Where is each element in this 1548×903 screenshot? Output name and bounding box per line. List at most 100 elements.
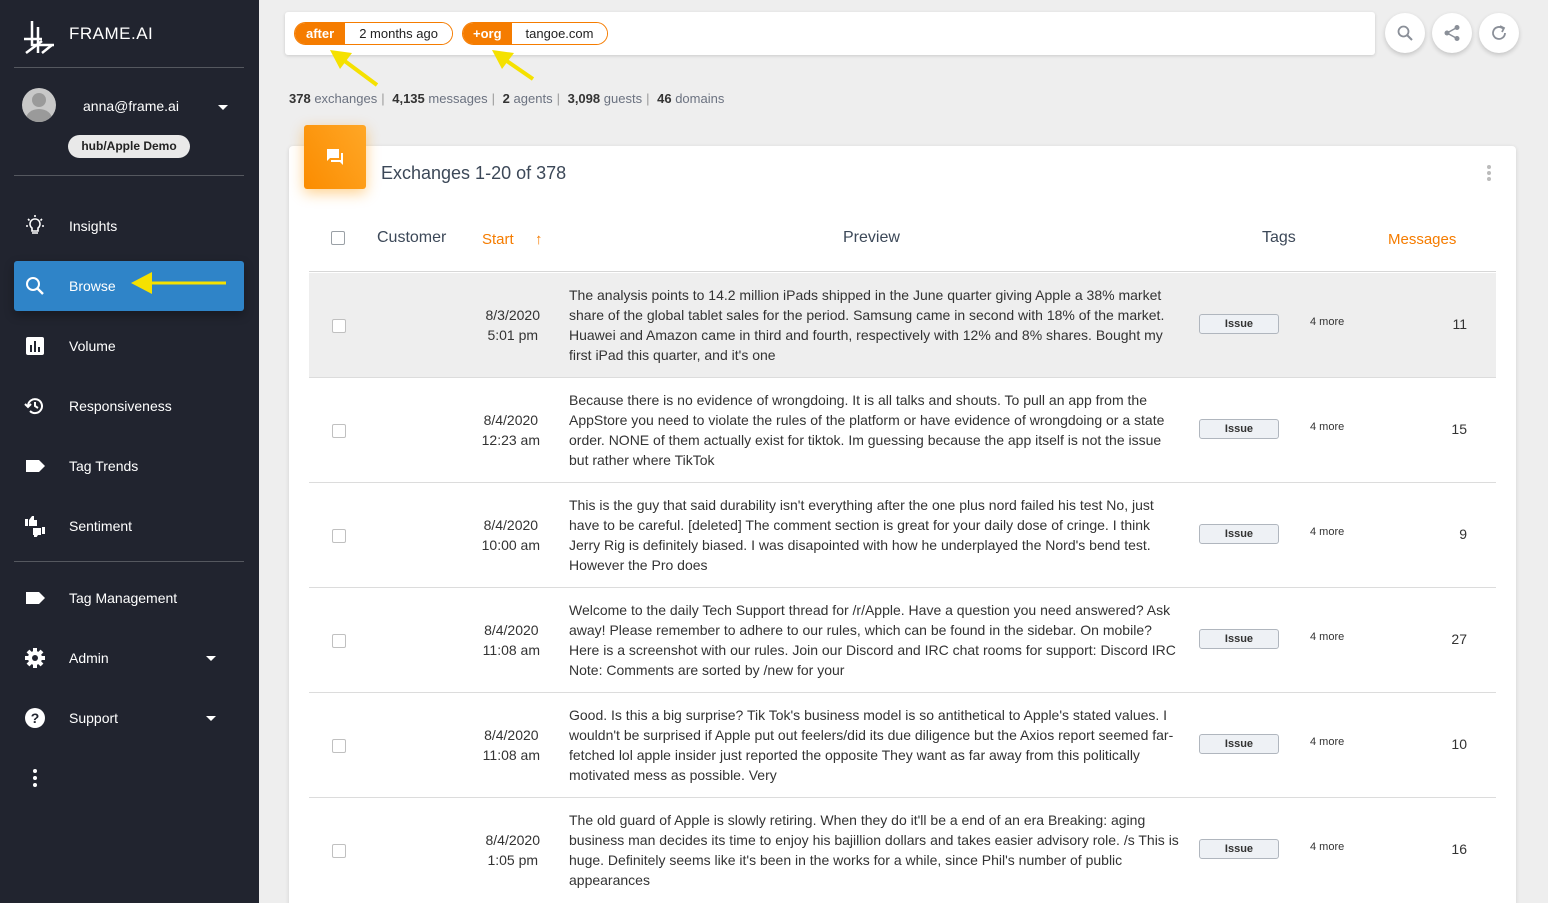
nav-label: Insights	[69, 218, 118, 234]
filter-chip-org[interactable]: +org tangoe.com	[462, 22, 609, 45]
tag-chip[interactable]: Issue	[1199, 629, 1279, 649]
stat-label: domains	[675, 91, 725, 106]
brand[interactable]: FRAME.AI	[22, 18, 153, 58]
stat-exchanges-count: 378	[289, 91, 311, 106]
chat-icon	[327, 149, 343, 165]
tag-chip[interactable]: Issue	[1199, 419, 1279, 439]
row-checkbox[interactable]	[332, 319, 346, 333]
row-preview: Because there is no evidence of wrongdoi…	[569, 392, 1165, 468]
summary-stats: 378 exchanges | 4,135 messages | 2 agents |…	[289, 91, 725, 106]
tag-chip[interactable]: Issue	[1199, 314, 1279, 334]
more-tags-link[interactable]: 4 more	[1310, 316, 1344, 328]
nav-label: Admin	[69, 650, 109, 666]
row-checkbox[interactable]	[332, 529, 346, 543]
sort-ascending-icon[interactable]: ↑	[535, 231, 543, 248]
select-all-checkbox[interactable]	[331, 231, 345, 245]
table-row[interactable]: 8/4/2020 12:23 am Because there is no evi…	[309, 378, 1496, 483]
lightbulb-icon	[26, 215, 44, 234]
nav-item-tag-management[interactable]: Tag Management	[14, 573, 244, 623]
label-icon	[26, 460, 45, 472]
table-row[interactable]: 8/4/2020 11:08 am Welcome to the daily Te…	[309, 588, 1496, 693]
divider	[14, 67, 244, 68]
tag-chip[interactable]: Issue	[1199, 734, 1279, 754]
hub-badge[interactable]: hub/Apple Demo	[68, 135, 190, 158]
row-preview: The analysis points to 14.2 million iPad…	[569, 287, 1165, 363]
filter-chip-after[interactable]: after 2 months ago	[294, 22, 453, 45]
stat-domains-count: 46	[657, 91, 672, 106]
more-tags-link[interactable]: 4 more	[1310, 526, 1344, 538]
search-button[interactable]	[1385, 13, 1425, 53]
bar-chart-icon	[26, 337, 44, 355]
tag-chip[interactable]: Issue	[1199, 524, 1279, 544]
row-checkbox[interactable]	[332, 739, 346, 753]
table-row[interactable]: 8/4/2020 11:08 am Good. Is this a big sur…	[309, 693, 1496, 798]
row-checkbox[interactable]	[332, 424, 346, 438]
brand-name: FRAME.AI	[69, 24, 154, 43]
label-icon	[26, 592, 45, 604]
nav-label: Sentiment	[69, 518, 133, 534]
nav-item-browse[interactable]: Browse	[14, 261, 244, 311]
more-tags-link[interactable]: 4 more	[1310, 736, 1344, 748]
card-header-icon	[304, 125, 366, 189]
more-menu-button[interactable]	[14, 753, 54, 803]
help-icon: ?	[25, 708, 45, 728]
filter-value: 2 months ago	[345, 23, 452, 44]
row-checkbox[interactable]	[332, 634, 346, 648]
refresh-button[interactable]	[1479, 13, 1519, 53]
row-preview: This is the guy that said durability isn…	[569, 497, 1154, 573]
nav-item-admin[interactable]: Admin	[14, 633, 244, 683]
table-row[interactable]: 8/3/2020 5:01 pm The analysis points to 1…	[309, 273, 1496, 378]
column-header-customer[interactable]: Customer	[377, 229, 446, 247]
more-vertical-icon	[33, 769, 37, 787]
nav-label: Tag Management	[69, 590, 178, 606]
row-message-count: 11	[1452, 316, 1467, 332]
search-icon	[1397, 25, 1413, 41]
column-header-start[interactable]: Start	[482, 231, 514, 248]
nav-item-volume[interactable]: Volume	[14, 321, 244, 371]
svg-text:?: ?	[31, 710, 40, 726]
row-checkbox[interactable]	[332, 844, 346, 858]
row-preview: Good. Is this a big surprise? Tik Tok's …	[569, 707, 1174, 783]
stat-label: exchanges	[314, 91, 378, 106]
stat-agents-count: 2	[502, 91, 510, 106]
column-header-preview: Preview	[843, 229, 900, 246]
filter-bar[interactable]: after 2 months ago +org tangoe.com	[285, 12, 1375, 55]
thumbs-icon	[25, 516, 45, 537]
divider	[14, 175, 244, 176]
user-email: anna@frame.ai	[83, 98, 179, 114]
nav-item-responsiveness[interactable]: Responsiveness	[14, 381, 244, 431]
row-message-count: 16	[1451, 841, 1467, 857]
nav-item-tag-trends[interactable]: Tag Trends	[14, 441, 244, 491]
nav-item-support[interactable]: ? Support	[14, 693, 244, 743]
user-menu[interactable]: anna@frame.ai	[22, 88, 232, 122]
table-row[interactable]: 8/4/2020 1:05 pm The old guard of Apple i…	[309, 798, 1496, 903]
column-header-messages[interactable]: Messages	[1388, 231, 1456, 248]
chevron-down-icon	[206, 716, 216, 721]
filter-key: +org	[463, 23, 512, 44]
table-row[interactable]: 8/4/2020 10:00 am This is the guy that sa…	[309, 483, 1496, 588]
nav-label: Tag Trends	[69, 458, 139, 474]
stat-messages-count: 4,135	[392, 91, 425, 106]
chevron-down-icon	[218, 105, 228, 110]
nav-label: Responsiveness	[69, 398, 172, 414]
gear-icon	[25, 648, 45, 668]
card-menu-button[interactable]	[1486, 164, 1492, 182]
stat-label: guests	[603, 91, 643, 106]
more-tags-link[interactable]: 4 more	[1310, 631, 1344, 643]
nav-item-sentiment[interactable]: Sentiment	[14, 501, 244, 551]
sidebar: FRAME.AI anna@frame.ai hub/Apple Demo In…	[0, 0, 259, 903]
avatar	[22, 88, 56, 122]
tag-chip[interactable]: Issue	[1199, 839, 1279, 859]
more-tags-link[interactable]: 4 more	[1310, 421, 1344, 433]
share-button[interactable]	[1432, 13, 1472, 53]
nav-item-insights[interactable]: Insights	[14, 201, 244, 251]
row-message-count: 9	[1459, 526, 1467, 542]
history-icon	[24, 398, 43, 415]
row-preview: Welcome to the daily Tech Support thread…	[569, 602, 1176, 678]
annotation-arrow-after	[330, 50, 379, 87]
nav-label: Browse	[69, 278, 116, 294]
column-header-tags: Tags	[1262, 229, 1296, 246]
row-start: 8/4/2020 11:08 am	[482, 727, 540, 763]
more-tags-link[interactable]: 4 more	[1310, 841, 1344, 853]
share-icon	[1444, 25, 1460, 41]
